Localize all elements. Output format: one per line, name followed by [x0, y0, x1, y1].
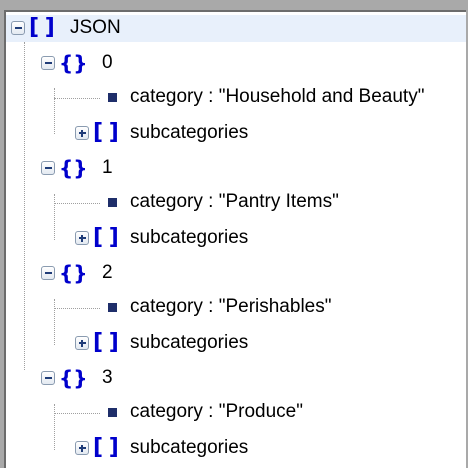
tree-node-label: subcategories — [130, 332, 249, 353]
array-bracket-icon: [ ] — [93, 435, 119, 460]
tree-node-index: 1 — [102, 157, 113, 178]
array-bracket-icon: [ ] — [93, 330, 119, 355]
tree-node-label: JSON — [70, 17, 121, 38]
tree-node-property-text: category : "Perishables" — [130, 296, 332, 317]
collapse-icon[interactable] — [41, 266, 55, 280]
json-tree-view[interactable]: [ ] JSON {} 0 category : "Household and … — [4, 10, 466, 468]
expand-icon[interactable] — [75, 231, 89, 245]
expand-icon[interactable] — [75, 126, 89, 140]
tree-node-property[interactable]: category : "Produce" — [6, 399, 466, 426]
tree-node-array[interactable]: [ ] subcategories — [6, 330, 306, 357]
tree-node-index: 3 — [102, 367, 113, 388]
tree-node-object[interactable]: {} 3 — [6, 365, 306, 392]
tree-node-property[interactable]: category : "Perishables" — [6, 294, 466, 321]
property-square-icon — [108, 198, 117, 207]
expand-icon[interactable] — [75, 441, 89, 455]
property-square-icon — [108, 408, 117, 417]
tree-node-object[interactable]: {} 2 — [6, 260, 306, 287]
tree-node-label: subcategories — [130, 437, 249, 458]
expand-icon[interactable] — [75, 336, 89, 350]
tree-node-property-text: category : "Pantry Items" — [130, 191, 339, 212]
tree-node-array[interactable]: [ ] subcategories — [6, 225, 306, 252]
tree-node-array[interactable]: [ ] subcategories — [6, 120, 306, 147]
tree-node-property[interactable]: category : "Pantry Items" — [6, 189, 466, 216]
collapse-icon[interactable] — [41, 161, 55, 175]
collapse-icon[interactable] — [11, 21, 25, 35]
tree-node-property-text: category : "Produce" — [130, 401, 303, 422]
tree-node-array[interactable]: [ ] subcategories — [6, 435, 306, 462]
property-square-icon — [108, 303, 117, 312]
tree-node-index: 0 — [102, 52, 113, 73]
array-bracket-icon: [ ] — [93, 225, 119, 250]
array-bracket-icon: [ ] — [29, 15, 55, 40]
object-brace-icon: {} — [59, 261, 88, 285]
tree-node-index: 2 — [102, 262, 113, 283]
object-brace-icon: {} — [59, 366, 88, 390]
property-square-icon — [108, 93, 117, 102]
object-brace-icon: {} — [59, 156, 88, 180]
tree-node-object[interactable]: {} 1 — [6, 155, 306, 182]
tree-node-property[interactable]: category : "Household and Beauty" — [6, 84, 466, 111]
tree-root-row[interactable]: [ ] JSON — [6, 15, 466, 42]
collapse-icon[interactable] — [41, 56, 55, 70]
collapse-icon[interactable] — [41, 371, 55, 385]
object-brace-icon: {} — [59, 51, 88, 75]
tree-node-property-text: category : "Household and Beauty" — [130, 86, 425, 107]
tree-node-label: subcategories — [130, 227, 249, 248]
tree-node-label: subcategories — [130, 122, 249, 143]
tree-node-object[interactable]: {} 0 — [6, 50, 306, 77]
array-bracket-icon: [ ] — [93, 120, 119, 145]
